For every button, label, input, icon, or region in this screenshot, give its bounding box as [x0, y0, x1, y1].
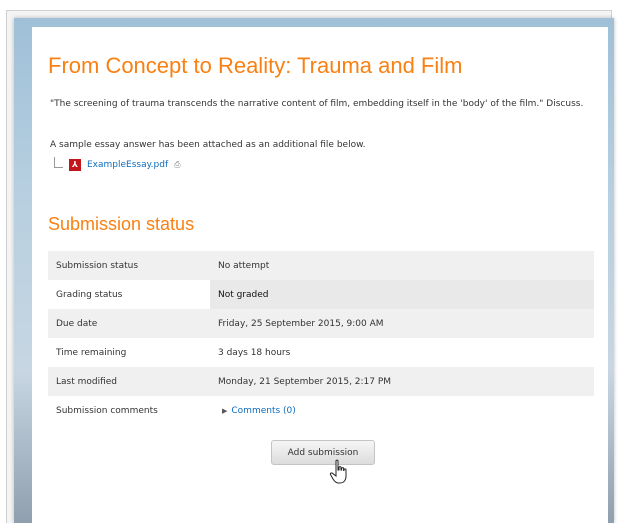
assignment-card: From Concept to Reality: Trauma and Film… [32, 27, 608, 523]
comments-toggle[interactable]: ▶ Comments (0) [218, 406, 586, 416]
table-row: Time remaining 3 days 18 hours [48, 338, 594, 367]
submission-status-table: Submission status No attempt Grading sta… [48, 251, 594, 425]
row-value: Friday, 25 September 2015, 9:00 AM [210, 309, 594, 338]
row-label: Submission status [48, 251, 210, 280]
triangle-right-icon: ▶ [222, 406, 228, 415]
file-link[interactable]: ExampleEssay.pdf [87, 160, 168, 170]
assignment-intro: "The screening of trauma transcends the … [50, 99, 584, 109]
row-value: ▶ Comments (0) [210, 396, 594, 425]
row-label: Last modified [48, 367, 210, 396]
table-row: Last modified Monday, 21 September 2015,… [48, 367, 594, 396]
table-row: Submission status No attempt [48, 251, 594, 280]
assignment-title: From Concept to Reality: Trauma and Film [48, 53, 463, 78]
row-value: Not graded [210, 280, 594, 309]
table-row: Due date Friday, 25 September 2015, 9:00… [48, 309, 594, 338]
tree-connector [54, 156, 63, 168]
hand-cursor-icon [329, 459, 347, 484]
submission-status-heading: Submission status [48, 214, 195, 234]
row-label: Due date [48, 309, 210, 338]
comments-link[interactable]: Comments (0) [231, 406, 295, 416]
pdf-icon: ⅄ [69, 159, 81, 171]
sample-note: A sample essay answer has been attached … [50, 140, 366, 150]
table-row: Submission comments ▶ Comments (0) [48, 396, 594, 425]
row-label: Time remaining [56, 347, 127, 358]
portfolio-icon[interactable]: ⎙ [174, 160, 180, 170]
row-value: 3 days 18 hours [218, 347, 291, 358]
row-value: Monday, 21 September 2015, 2:17 PM [210, 367, 594, 396]
attached-file: ⅄ ExampleEssay.pdf ⎙ [54, 156, 181, 173]
row-label: Grading status [48, 280, 210, 309]
row-value: No attempt [210, 251, 594, 280]
add-submission-button[interactable]: Add submission [271, 440, 375, 465]
row-label: Submission comments [56, 405, 158, 416]
table-row: Grading status Not graded [48, 280, 594, 309]
